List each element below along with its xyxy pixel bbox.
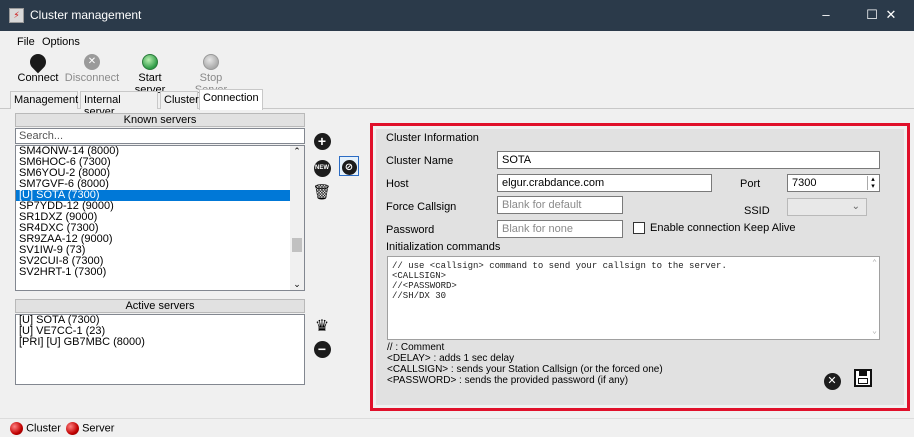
tab-internal-server[interactable]: Internal server bbox=[80, 91, 158, 118]
ssid-select[interactable]: ⌄ bbox=[787, 198, 867, 216]
init-commands-label: Initialization commands bbox=[386, 241, 501, 253]
password-label: Password bbox=[386, 224, 435, 236]
port-value: 7300 bbox=[792, 177, 817, 189]
window-title: Cluster management bbox=[30, 8, 142, 22]
server-search-input[interactable]: Search... bbox=[15, 128, 305, 144]
keepalive-checkbox[interactable] bbox=[633, 222, 645, 234]
keepalive-label: Enable connection Keep Alive bbox=[650, 222, 796, 234]
set-primary-button[interactable]: ♛ bbox=[312, 317, 332, 337]
server-status-led-icon bbox=[66, 422, 79, 435]
delete-server-button[interactable]: 🗑 bbox=[312, 183, 332, 203]
remove-active-button[interactable]: − bbox=[312, 341, 332, 361]
new-server-button[interactable]: NEW bbox=[312, 156, 332, 177]
cancel-edit-button[interactable]: ✕ bbox=[822, 371, 842, 391]
cluster-name-field[interactable]: SOTA bbox=[497, 151, 880, 169]
cluster-info-title: Cluster Information bbox=[386, 132, 479, 144]
ssid-label: SSID bbox=[744, 205, 770, 217]
globe-disabled-icon bbox=[203, 54, 219, 70]
plus-icon: + bbox=[313, 133, 331, 150]
disconnect-icon: ✕ bbox=[84, 54, 100, 70]
chevron-down-icon: ⌄ bbox=[851, 201, 860, 212]
init-line: //SH/DX 30 bbox=[392, 291, 447, 301]
force-callsign-field[interactable]: Blank for default bbox=[497, 196, 623, 214]
floppy-disk-icon bbox=[854, 369, 872, 387]
cluster-status-led-icon bbox=[10, 422, 23, 435]
tab-strip: Management Internal server Cluster Conne… bbox=[0, 89, 914, 118]
scroll-down-icon[interactable]: ⌄ bbox=[872, 327, 877, 337]
hint-comment: // : Comment bbox=[387, 342, 445, 353]
active-servers-header: Active servers bbox=[15, 299, 305, 313]
close-window-button[interactable]: ✕ bbox=[868, 0, 914, 31]
known-servers-header: Known servers bbox=[15, 113, 305, 127]
scroll-down-icon[interactable]: ⌄ bbox=[290, 279, 304, 290]
connect-label: Connect bbox=[17, 72, 59, 84]
crown-icon: ♛ bbox=[314, 318, 330, 335]
list-item[interactable]: SV2HRT-1 (7300) bbox=[16, 267, 304, 278]
hint-callsign: <CALLSIGN> : sends your Station Callsign… bbox=[387, 364, 663, 375]
edit-server-button[interactable]: ⊘ bbox=[339, 156, 359, 176]
compass-icon: ⊘ bbox=[341, 160, 357, 175]
init-line: <CALLSIGN> bbox=[392, 271, 447, 281]
start-server-button[interactable]: Start server bbox=[122, 53, 178, 96]
globe-icon bbox=[142, 54, 158, 70]
scroll-up-icon[interactable]: ⌃ bbox=[290, 146, 304, 157]
host-field[interactable]: elgur.crabdance.com bbox=[497, 174, 712, 192]
password-field[interactable]: Blank for none bbox=[497, 220, 623, 238]
close-icon: ✕ bbox=[823, 373, 841, 390]
disconnect-label: Disconnect bbox=[64, 72, 120, 84]
server-status-label: Server bbox=[82, 422, 115, 435]
active-servers-list[interactable]: [U] SOTA (7300) [U] VE7CC-1 (23) [PRI] [… bbox=[15, 314, 305, 385]
cluster-name-label: Cluster Name bbox=[386, 155, 454, 167]
save-button[interactable] bbox=[853, 369, 873, 389]
status-bar: Cluster Server bbox=[0, 418, 914, 437]
menu-bar: File Options bbox=[0, 31, 914, 53]
app-icon: ⚡ bbox=[9, 8, 24, 23]
list-scrollbar[interactable]: ⌃ ⌄ bbox=[290, 146, 304, 290]
port-stepper[interactable]: 7300 ▴ ▾ bbox=[787, 174, 880, 192]
cluster-status-label: Cluster bbox=[26, 422, 61, 435]
init-commands-textarea[interactable]: // use <callsign> command to send your c… bbox=[387, 256, 880, 340]
server-status: Server bbox=[66, 422, 114, 435]
disconnect-button[interactable]: ✕ Disconnect bbox=[64, 53, 120, 84]
init-line: // use <callsign> command to send your c… bbox=[392, 261, 727, 271]
force-callsign-label: Force Callsign bbox=[386, 201, 457, 213]
connect-icon bbox=[26, 50, 50, 74]
title-bar: ⚡ Cluster management – ☐ ✕ bbox=[0, 0, 914, 31]
tab-connection[interactable]: Connection bbox=[199, 89, 263, 110]
spin-arrows-icon[interactable]: ▴ ▾ bbox=[867, 176, 878, 190]
new-badge-icon: NEW bbox=[313, 160, 331, 177]
trash-icon: 🗑 bbox=[312, 184, 332, 201]
port-label: Port bbox=[740, 178, 761, 190]
init-line: //<PASSWORD> bbox=[392, 281, 457, 291]
menu-file[interactable]: File bbox=[17, 36, 35, 48]
scroll-thumb[interactable] bbox=[292, 238, 302, 252]
hint-password: <PASSWORD> : sends the provided password… bbox=[387, 375, 629, 386]
host-label: Host bbox=[386, 178, 409, 190]
add-server-button[interactable]: + bbox=[312, 133, 332, 153]
minimize-button[interactable]: – bbox=[803, 0, 849, 31]
search-placeholder: Search... bbox=[19, 130, 64, 142]
known-servers-list[interactable]: SM4ONW-14 (8000) SM6HOC-6 (7300) SM6YOU-… bbox=[15, 145, 305, 291]
tab-cluster[interactable]: Cluster bbox=[160, 91, 199, 109]
hint-delay: <DELAY> : adds 1 sec delay bbox=[387, 353, 515, 364]
list-item[interactable]: [PRI] [U] GB7MBC (8000) bbox=[16, 337, 304, 348]
toolbar: Connect ✕ Disconnect Start server Stop S… bbox=[0, 50, 914, 96]
cluster-status: Cluster bbox=[10, 422, 61, 435]
scroll-up-icon[interactable]: ⌃ bbox=[872, 259, 877, 269]
tab-management[interactable]: Management bbox=[10, 91, 78, 109]
menu-options[interactable]: Options bbox=[42, 36, 80, 48]
minus-icon: − bbox=[313, 341, 331, 358]
connect-button[interactable]: Connect bbox=[16, 50, 60, 84]
